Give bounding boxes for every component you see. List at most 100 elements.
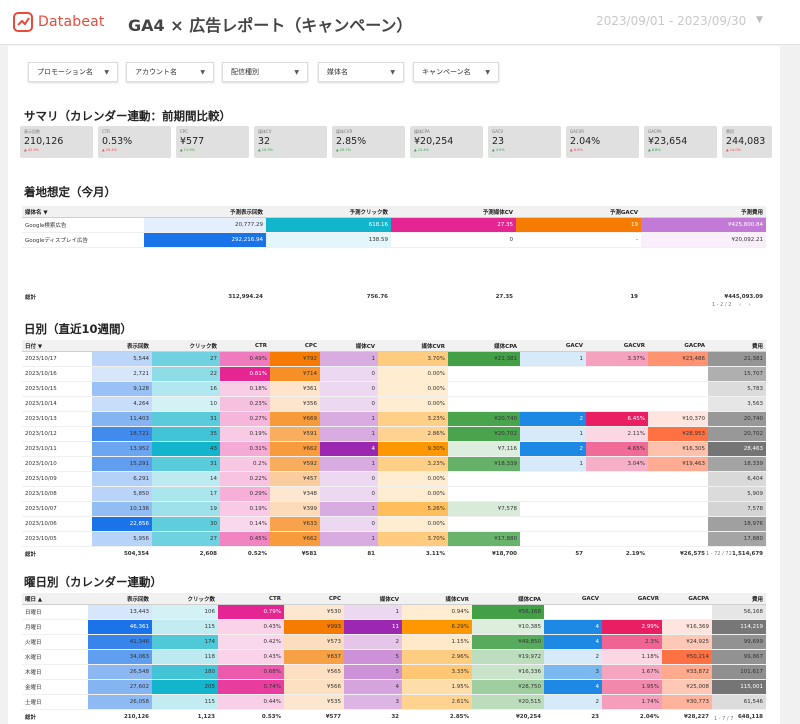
table-total-row: 総計 210,126 1,123 0.53% ¥577 32 2.85% ¥20,254 23 2… [22, 709, 766, 724]
filter-dropdown-1[interactable]: アカウント名 ▼ [126, 62, 214, 82]
column-header[interactable]: 曜日 ▲ [22, 593, 88, 605]
filter-dropdown-2[interactable]: 配信種別 ▼ [222, 62, 308, 82]
column-header[interactable]: CTR [220, 340, 270, 352]
table-cell: 2023/10/09 [22, 471, 92, 487]
total-cell: ¥18,700 [448, 546, 520, 561]
table-cell: 0.68% [218, 664, 284, 680]
column-header[interactable]: 媒体CVR [402, 593, 472, 605]
kpi-value: 0.53% [102, 136, 133, 147]
table-cell [586, 531, 648, 547]
weekday-section-title: 曜日別（カレンダー連動） [24, 575, 162, 589]
total-cell: 1,123 [152, 709, 218, 724]
total-cell: 504,354 [92, 546, 152, 561]
page-title: GA4 × 広告レポート（キャンペーン） [128, 16, 413, 35]
column-header[interactable]: 媒体CV [344, 593, 402, 605]
table-cell: ¥356 [270, 396, 320, 412]
table-cell: 5,783 [708, 381, 766, 397]
column-header[interactable]: 媒体名 ▼ [22, 206, 144, 218]
table-cell [586, 366, 648, 382]
table-cell: 205 [152, 679, 218, 695]
column-header[interactable]: GACV [520, 340, 586, 352]
table-cell: 9,128 [92, 381, 152, 397]
chevron-down-icon[interactable]: ▼ [756, 15, 763, 25]
table-cell [602, 604, 662, 620]
total-cell: 0.52% [220, 546, 270, 561]
empty-cell [22, 276, 144, 290]
table-cell: 2023/10/11 [22, 441, 92, 457]
filter-dropdown-4[interactable]: キャンペーン名 ▼ [413, 62, 499, 82]
column-header[interactable]: GACPA [648, 340, 708, 352]
column-header[interactable]: CTR [218, 593, 284, 605]
empty-cell [144, 276, 266, 290]
column-header[interactable]: 媒体CPA [448, 340, 520, 352]
table-cell: 15,291 [92, 456, 152, 472]
table-cell: 土曜日 [22, 694, 88, 710]
kpi-change: ▲ 14.0% [726, 148, 741, 152]
table-cell: 3.23% [378, 456, 448, 472]
chevron-left-icon[interactable]: ‹ [741, 716, 743, 722]
column-header[interactable]: 表示回数 [92, 340, 152, 352]
table-cell: ¥10,385 [472, 619, 544, 635]
total-cell: ¥581 [270, 546, 320, 561]
filter-dropdown-3[interactable]: 媒体名 ▼ [318, 62, 404, 82]
table-cell: ¥50,214 [662, 649, 712, 665]
table-cell: ¥573 [284, 634, 344, 650]
column-header[interactable]: GACPA [662, 593, 712, 605]
column-header[interactable]: CPC [284, 593, 344, 605]
kpi-card: GACPA ¥23,654 ▲ 8.8% [644, 126, 717, 158]
table-row: 2023/10/06 22,856 30 0.14% ¥633 0 0.00% 18,976 [22, 516, 766, 532]
column-header[interactable]: 日付 ▼ [22, 340, 92, 352]
chevron-right-icon[interactable]: › [751, 716, 753, 722]
table-total-row: 総計 312,994.24 756.76 27.35 19 ¥445,093.09 [22, 290, 766, 304]
column-header[interactable]: GACV [544, 593, 602, 605]
daily-pager-text: 1 - 72 / 72 [706, 551, 732, 557]
table-cell: 1 [520, 456, 586, 472]
table-cell: 木曜日 [22, 664, 88, 680]
chevron-left-icon[interactable]: ‹ [739, 551, 741, 557]
kpi-change: ▲ 42.3% [24, 148, 39, 152]
column-header[interactable]: 費用 [708, 340, 766, 352]
total-cell: 0.53% [218, 709, 284, 724]
column-header[interactable]: 媒体CPA [472, 593, 544, 605]
table-cell: 4 [544, 619, 602, 635]
date-range-picker[interactable]: 2023/09/01 - 2023/09/30 [596, 14, 746, 28]
column-header[interactable]: 予測表示回数 [144, 206, 266, 218]
table-cell: ¥592 [270, 456, 320, 472]
column-header[interactable]: クリック数 [152, 340, 220, 352]
column-header[interactable]: 予測クリック数 [266, 206, 391, 218]
column-header[interactable]: 費用 [712, 593, 766, 605]
column-header[interactable]: 媒体CVR [378, 340, 448, 352]
filter-label: キャンペーン名 [422, 68, 471, 76]
column-header[interactable]: 予測費用 [641, 206, 766, 218]
chevron-right-icon[interactable]: › [749, 302, 751, 308]
table-cell: 0.43% [218, 649, 284, 665]
table-cell: 9.30% [378, 441, 448, 457]
table-cell: ¥20,740 [448, 411, 520, 427]
table-cell: ¥16,336 [472, 664, 544, 680]
table-cell: 21,381 [708, 351, 766, 367]
table-cell: 30 [152, 516, 220, 532]
table-cell: 0.00% [378, 471, 448, 487]
table-cell: 26,058 [88, 694, 152, 710]
column-header[interactable]: 予測GACV [516, 206, 641, 218]
table-cell: 138.59 [266, 232, 391, 248]
column-header[interactable]: GACVR [602, 593, 662, 605]
column-header[interactable]: 媒体CV [320, 340, 378, 352]
table-row: 2023/10/11 13,952 43 0.31% ¥662 4 9.30% ¥7,116 2… [22, 441, 766, 457]
column-header[interactable]: GACVR [586, 340, 648, 352]
column-header[interactable]: 表示回数 [88, 593, 152, 605]
column-header[interactable]: クリック数 [152, 593, 218, 605]
chevron-right-icon[interactable]: › [749, 551, 751, 557]
daily-section-title: 日別（直近10週間） [24, 322, 133, 336]
table-cell [448, 381, 520, 397]
table-cell: 2 [520, 441, 586, 457]
table-row: Google検索広告 20,777.29 618.16 27.35 19 ¥425,800… [22, 217, 766, 233]
filter-dropdown-0[interactable]: プロモーション名 ▼ [28, 62, 118, 82]
column-header[interactable]: 予測媒体CV [391, 206, 516, 218]
table-cell: 2.11% [586, 426, 648, 442]
table-cell: ¥669 [270, 411, 320, 427]
chevron-left-icon[interactable]: ‹ [739, 302, 741, 308]
column-header[interactable]: CPC [270, 340, 320, 352]
table-cell: 180 [152, 664, 218, 680]
caret-down-icon: ▼ [104, 68, 109, 76]
